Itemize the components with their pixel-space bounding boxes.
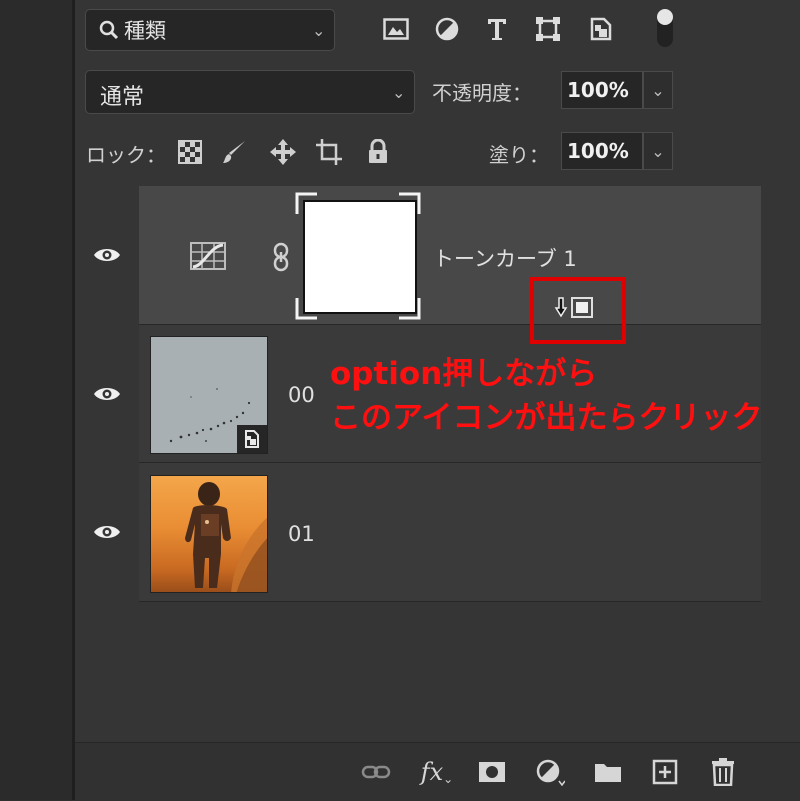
new-adjustment-layer-icon[interactable] (535, 757, 565, 787)
new-layer-icon[interactable] (650, 757, 680, 787)
fill-label: 塗り： (489, 143, 549, 167)
curves-adjustment-icon (190, 242, 226, 274)
annotation-line-2: このアイコンが出たらクリック (330, 400, 763, 436)
chevron-down-icon: ⌄ (651, 141, 665, 161)
layer-row-curves[interactable]: トーンカーブ 1 (75, 186, 800, 324)
layer-thumbnail-texture (150, 336, 268, 454)
smart-object-badge-icon (237, 425, 267, 453)
annotation-line-1: option押しながら (330, 356, 598, 392)
visibility-eye-icon[interactable] (75, 463, 139, 601)
toggle-knob (657, 9, 673, 25)
new-group-folder-icon[interactable] (593, 757, 623, 787)
lock-position-move-icon[interactable] (269, 138, 297, 166)
visibility-eye-icon[interactable] (75, 325, 139, 462)
blend-mode-select[interactable]: 通常 ⌄ (85, 70, 415, 114)
blend-mode-value: 通常 (100, 85, 145, 110)
opacity-dropdown-button[interactable]: ⌄ (643, 71, 673, 109)
layer-name-00: 00 (288, 383, 315, 407)
layer-row-01[interactable]: 01 (75, 463, 800, 601)
mask-selection-corners (295, 192, 421, 320)
left-gutter (0, 0, 72, 800)
layer-name-curves: トーンカーブ 1 (433, 247, 577, 271)
add-layer-mask-icon[interactable] (477, 757, 507, 787)
lock-all-padlock-icon[interactable] (364, 138, 392, 166)
opacity-label: 不透明度： (432, 81, 532, 105)
lock-transparent-pixels-icon[interactable] (176, 138, 204, 166)
filter-toggle-switch[interactable] (657, 9, 673, 47)
chevron-down-icon: ⌄ (312, 21, 326, 40)
fill-input[interactable]: 100% (561, 132, 643, 170)
adjustment-layer-filter-icon[interactable] (432, 14, 462, 44)
shape-layer-filter-icon[interactable] (533, 14, 563, 44)
astronaut-silhouette (185, 482, 267, 592)
type-layer-filter-icon[interactable] (482, 14, 512, 44)
delete-layer-trash-icon[interactable] (708, 757, 738, 787)
layer-mask-thumbnail[interactable] (295, 192, 421, 320)
chevron-down-icon: ⌄ (392, 83, 406, 102)
link-chain-icon[interactable] (272, 242, 290, 276)
layer-separator (139, 601, 761, 602)
annotation-highlight-box (530, 277, 626, 344)
layer-name-01: 01 (288, 522, 315, 546)
layer-thumbnail-astronaut-photo (150, 475, 268, 593)
opacity-input[interactable]: 100% (561, 71, 643, 109)
smart-object-filter-icon[interactable] (586, 14, 616, 44)
visibility-eye-icon[interactable] (75, 186, 139, 324)
lock-image-pixels-brush-icon[interactable] (220, 138, 248, 166)
fx-layer-style-icon[interactable]: fx ⌄ (420, 757, 454, 787)
fill-dropdown-button[interactable]: ⌄ (643, 132, 673, 170)
layer-filter-kind-select[interactable]: 種類 ⌄ (85, 9, 335, 51)
chevron-down-icon: ⌄ (651, 80, 665, 100)
pixel-layer-filter-icon[interactable] (381, 14, 411, 44)
lock-artboard-icon[interactable] (315, 138, 343, 166)
filter-kind-label: 種類 (124, 19, 166, 43)
search-icon (98, 19, 120, 41)
lock-label: ロック： (86, 143, 166, 167)
link-layers-icon[interactable] (361, 757, 391, 787)
